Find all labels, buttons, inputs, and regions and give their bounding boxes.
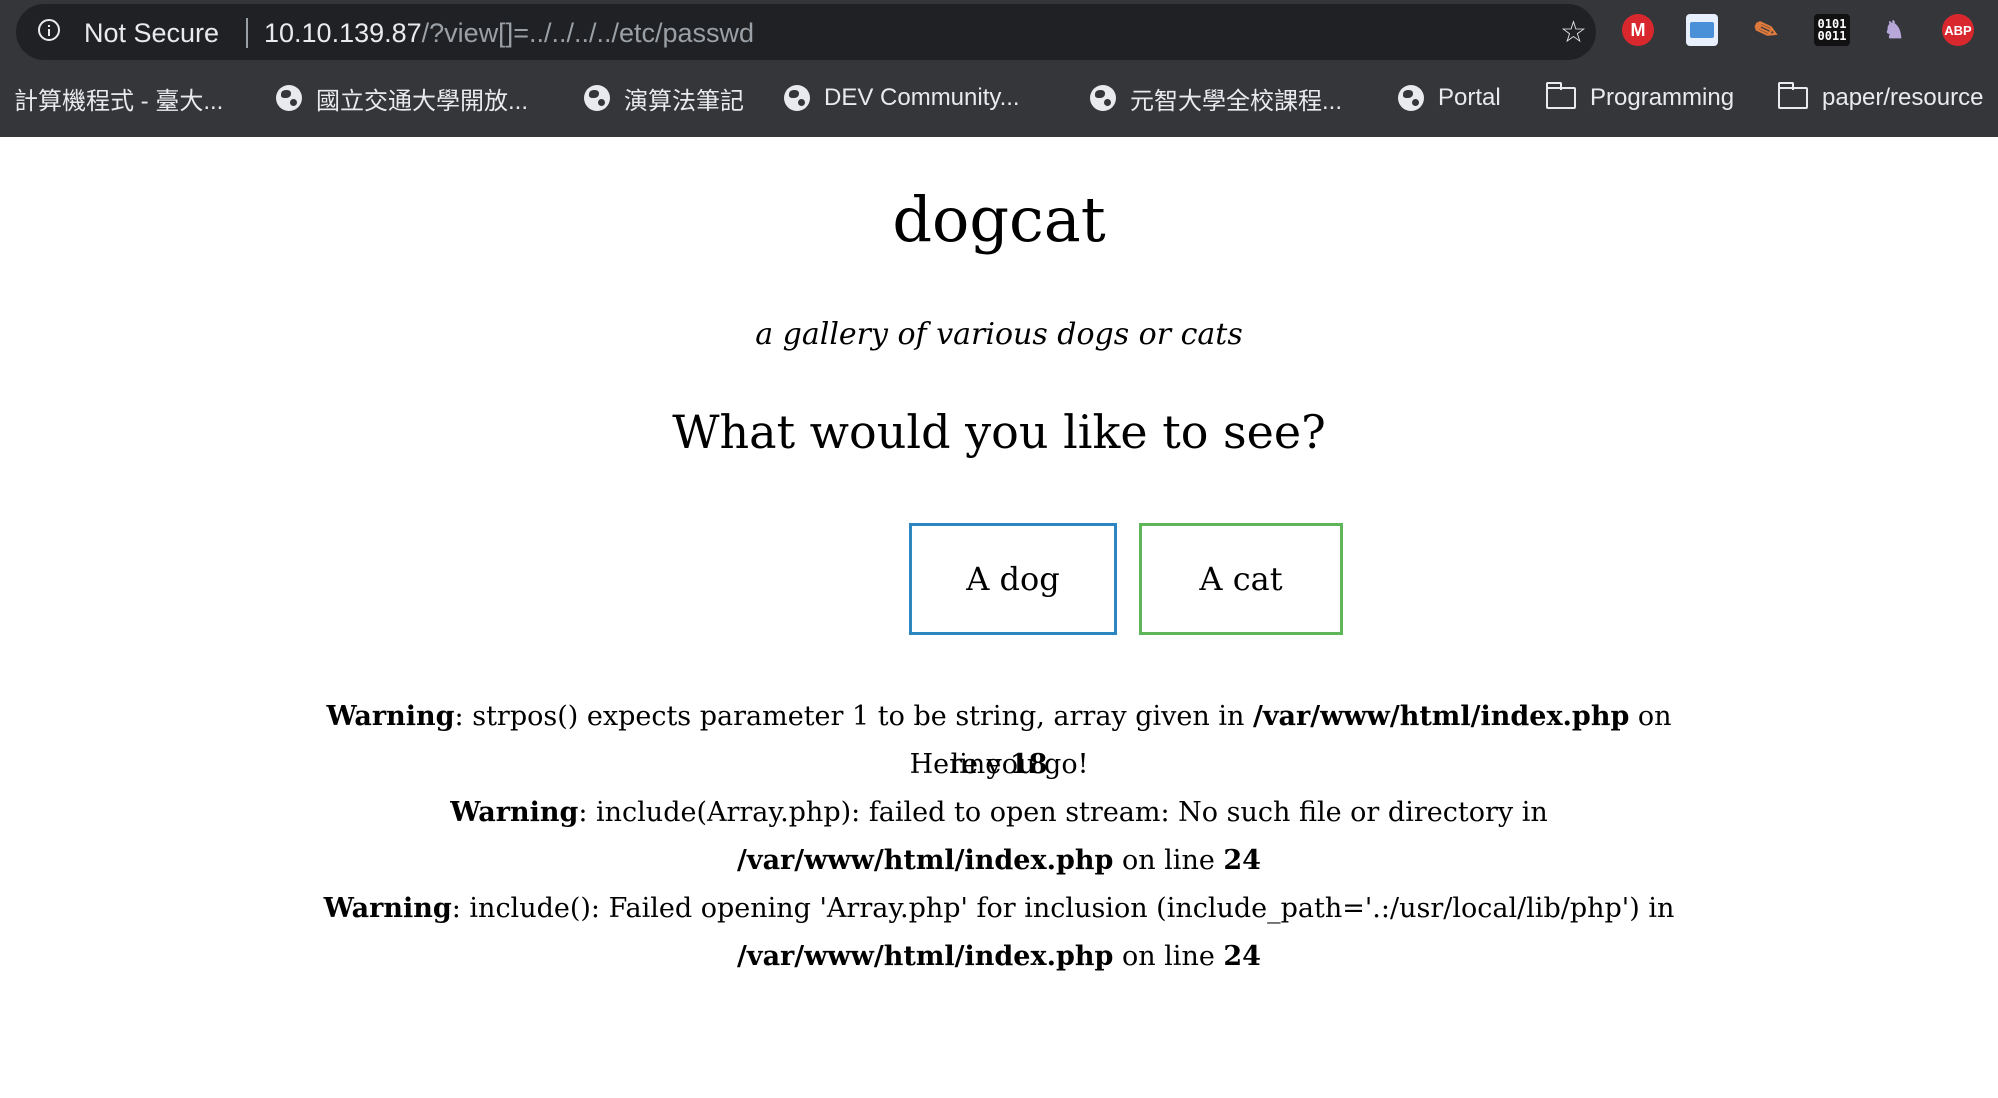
dog-button[interactable]: A dog <box>909 523 1117 635</box>
success-message: Here you go! <box>909 749 1089 780</box>
file-path: /var/www/html/index.php <box>1252 701 1630 732</box>
warning-label: Warning <box>323 893 452 924</box>
warning-text: : include(Array.php): failed to open str… <box>578 797 1548 828</box>
line-number: 24 <box>1223 845 1261 876</box>
bookmarks-bar: 計算機程式 - 臺大... 國立交通大學開放... 演算法筆記 DEV Comm… <box>0 76 1998 120</box>
globe-icon <box>784 85 810 111</box>
line-number: 24 <box>1223 941 1261 972</box>
cat-icon[interactable]: ♞ <box>1878 14 1910 46</box>
warning-message-include: Warning: include(Array.php): failed to o… <box>300 789 1698 885</box>
bookmark-item[interactable]: 演算法筆記 <box>584 76 744 120</box>
url-path: /?view[]=../../../../etc/passwd <box>421 18 755 48</box>
globe-icon <box>584 85 610 111</box>
bookmark-star-icon[interactable]: ☆ <box>1560 18 1587 48</box>
address-bar[interactable]: Not Secure 10.10.139.87/?view[]=../../..… <box>16 4 1596 60</box>
globe-icon <box>1090 85 1116 111</box>
warning-label: Warning <box>450 797 579 828</box>
window-icon[interactable] <box>1686 14 1718 46</box>
page-subtitle: a gallery of various dogs or cats <box>755 317 1243 352</box>
security-label[interactable]: Not Secure <box>84 18 219 49</box>
abp-icon[interactable]: ABP <box>1942 14 1974 46</box>
bookmark-label: 國立交通大學開放... <box>316 87 529 115</box>
binary-icon[interactable]: 0101 0011 <box>1814 14 1850 46</box>
page-title: dogcat <box>892 183 1106 256</box>
folder-icon <box>1778 82 1808 109</box>
globe-icon <box>276 85 302 111</box>
url-text[interactable]: 10.10.139.87/?view[]=../../../../etc/pas… <box>264 18 754 49</box>
browser-chrome: Not Secure 10.10.139.87/?view[]=../../..… <box>0 0 1998 137</box>
warning-message-include-path: Warning: include(): Failed opening 'Arra… <box>300 885 1698 981</box>
warning-label: Warning <box>326 701 455 732</box>
bookmark-folder[interactable]: Programming <box>1546 76 1734 120</box>
bookmark-item[interactable]: 計算機程式 - 臺大... <box>14 76 223 120</box>
globe-icon <box>1398 85 1424 111</box>
warning-text: : include(): Failed opening 'Array.php' … <box>451 893 1675 924</box>
bookmark-label: 演算法筆記 <box>624 87 744 115</box>
divider <box>246 18 248 48</box>
bookmark-label: 元智大學全校課程... <box>1130 87 1343 115</box>
bookmark-label: DEV Community... <box>824 84 1020 111</box>
mega-icon[interactable]: M <box>1622 14 1654 46</box>
bookmark-item[interactable]: 元智大學全校課程... <box>1090 76 1342 120</box>
bookmark-label: 計算機程式 - 臺大... <box>14 87 224 115</box>
feather-icon[interactable]: ✎ <box>1745 9 1786 50</box>
file-path: /var/www/html/index.php <box>737 941 1114 972</box>
question-heading: What would you like to see? <box>672 405 1326 459</box>
cat-button[interactable]: A cat <box>1139 523 1343 635</box>
bookmark-label: paper/resource <box>1822 84 1984 111</box>
bookmark-item[interactable]: Portal <box>1398 76 1501 120</box>
url-host: 10.10.139.87 <box>264 18 422 48</box>
file-path: /var/www/html/index.php <box>737 845 1114 876</box>
warning-text: on line <box>1113 845 1224 876</box>
page-content: dogcat a gallery of various dogs or cats… <box>0 137 1998 1098</box>
bookmark-item[interactable]: DEV Community... <box>784 76 1020 120</box>
warning-text: : strpos() expects parameter 1 to be str… <box>454 701 1253 732</box>
bookmark-label: Programming <box>1590 84 1735 111</box>
bookmark-label: Portal <box>1438 84 1501 111</box>
bookmark-folder[interactable]: paper/resource <box>1778 76 1983 120</box>
bookmark-item[interactable]: 國立交通大學開放... <box>276 76 528 120</box>
folder-icon <box>1546 82 1576 109</box>
warning-text: on line <box>1113 941 1224 972</box>
info-icon[interactable] <box>38 19 60 41</box>
